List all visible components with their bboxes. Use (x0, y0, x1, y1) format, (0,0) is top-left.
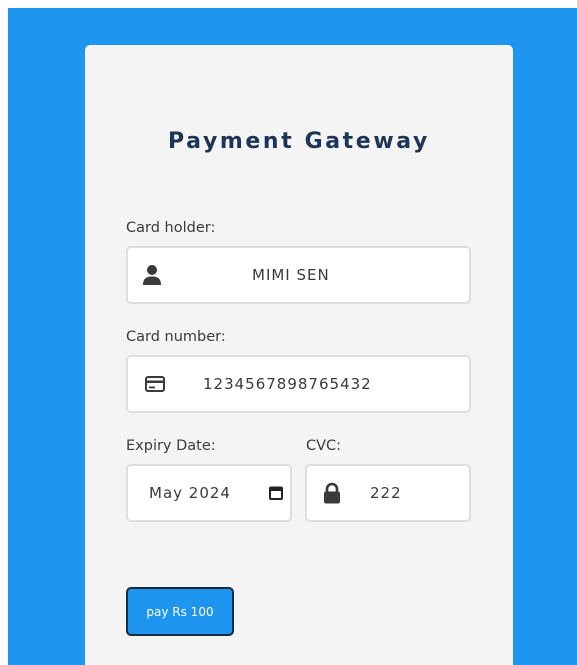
card-holder-value: MIMI SEN (252, 266, 330, 284)
page-background: Payment Gateway Card holder: MIMI SEN Ca… (8, 8, 577, 665)
lock-icon (323, 482, 341, 504)
cvc-label: CVC: (306, 438, 342, 454)
cvc-field[interactable]: 222 (305, 464, 471, 522)
page-title: Payment Gateway (168, 129, 430, 154)
credit-card-icon (145, 376, 165, 392)
card-number-field[interactable]: 1234567898765432 (126, 355, 471, 413)
card-number-label: Card number: (126, 329, 226, 345)
card-number-value: 1234567898765432 (203, 375, 372, 393)
expiry-date-value: May 2024 (149, 484, 231, 502)
cvc-value: 222 (370, 484, 402, 502)
expiry-date-field[interactable]: May 2024 (126, 464, 292, 522)
payment-card: Payment Gateway Card holder: MIMI SEN Ca… (85, 45, 513, 665)
card-holder-field[interactable]: MIMI SEN (126, 246, 471, 304)
user-icon (142, 264, 162, 286)
expiry-date-label: Expiry Date: (126, 438, 216, 454)
calendar-icon[interactable] (269, 486, 283, 500)
card-holder-label: Card holder: (126, 220, 216, 236)
pay-button[interactable]: pay Rs 100 (126, 587, 234, 636)
